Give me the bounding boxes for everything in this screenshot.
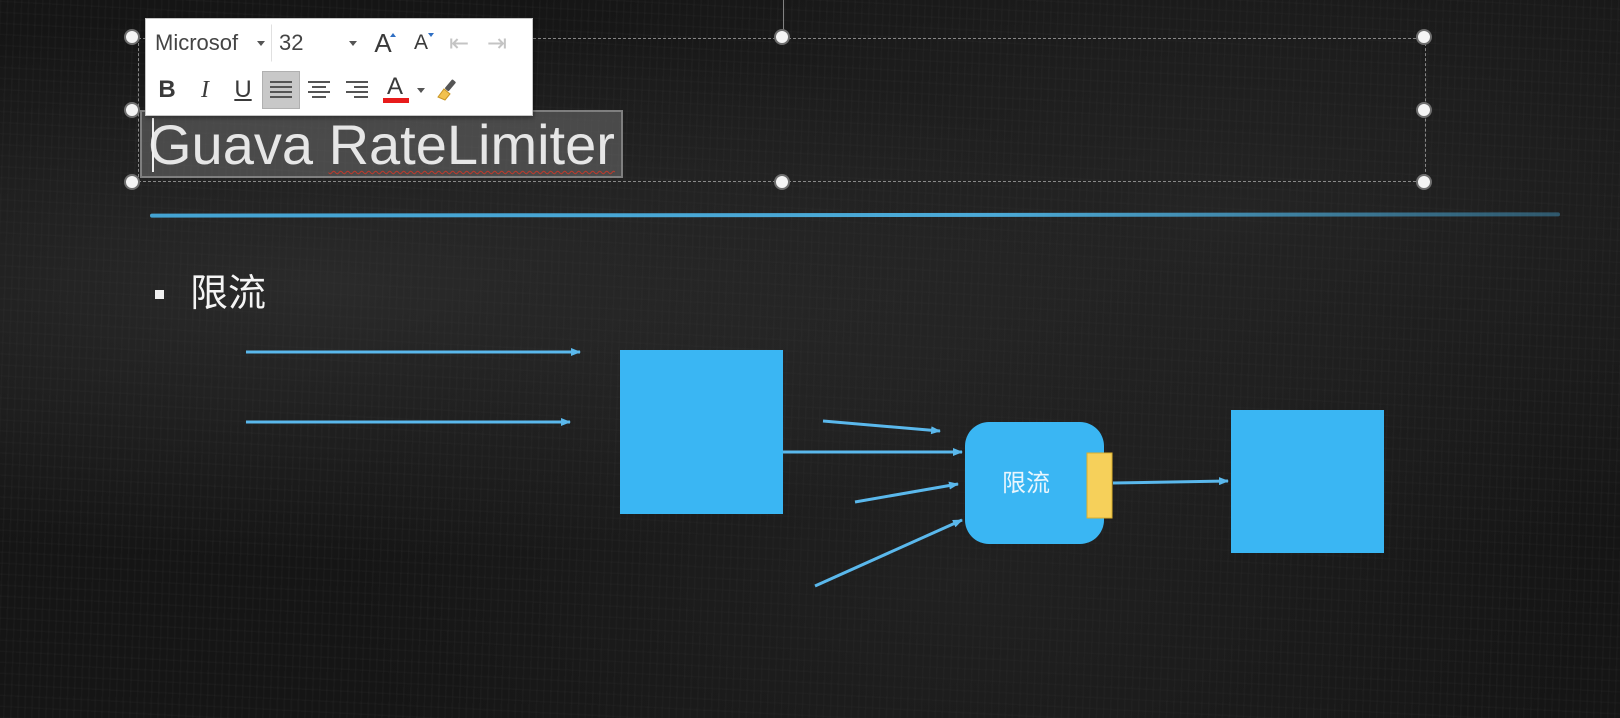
limiter-gate xyxy=(1086,452,1113,519)
slide-canvas[interactable]: Guava RateLimiter Microsof 32 A A ⇤ ⇥ B … xyxy=(0,0,1620,718)
rate-limit-diagram: 限流 xyxy=(246,348,1384,588)
output-arrow xyxy=(1112,477,1229,486)
limiter-label: 限流 xyxy=(1002,469,1050,497)
request-arrow-3 xyxy=(854,481,959,504)
request-arrow-4 xyxy=(814,518,963,588)
source-box[interactable] xyxy=(620,350,783,514)
destination-box[interactable] xyxy=(1231,410,1384,553)
request-arrow-1 xyxy=(822,419,941,435)
